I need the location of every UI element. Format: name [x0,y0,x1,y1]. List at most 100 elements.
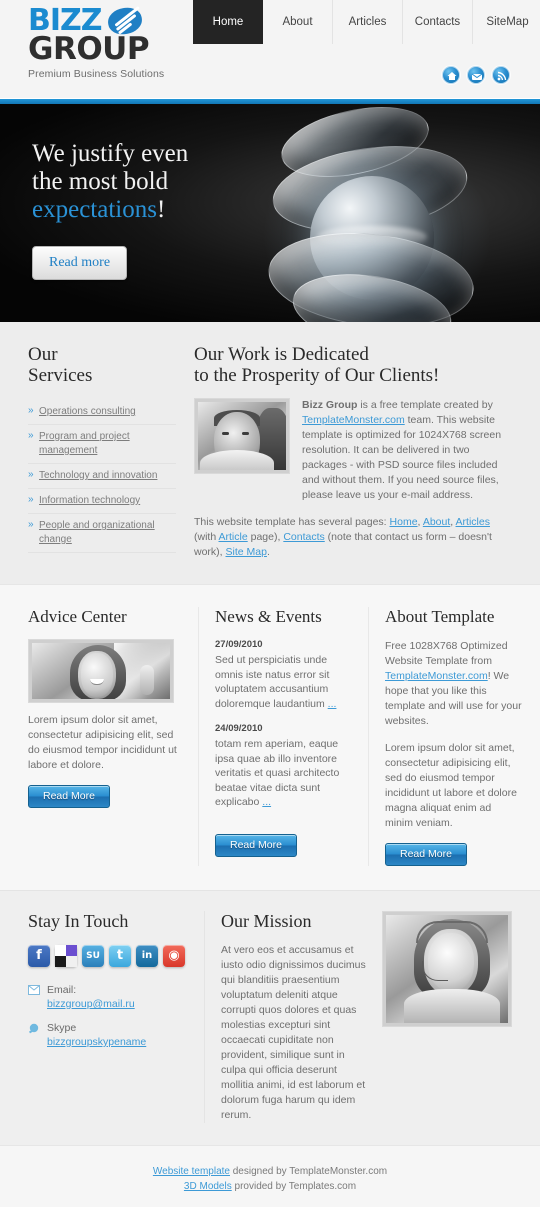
news-more-link[interactable]: ... [262,796,271,808]
service-link-people[interactable]: People and organizational change [39,520,155,545]
page-link-contacts[interactable]: Contacts [283,531,324,543]
sep: page), [247,531,284,543]
site-footer: Website template designed by TemplateMon… [0,1145,540,1207]
work-heading: Our Work is Dedicated to the Prosperity … [194,344,512,386]
work-heading-line1: Our Work is Dedicated [194,344,369,365]
hero-read-more-button[interactable]: Read more [32,246,128,280]
main-navigation: Home About Articles Contacts SiteMap [193,0,540,44]
reddit-icon[interactable]: ◉ [163,945,185,967]
linkedin-icon[interactable]: in [136,945,158,967]
home-icon[interactable] [442,66,460,84]
services-work-section: Our Services Operations consulting Progr… [0,322,540,584]
news-item: 27/09/2010 Sed ut perspiciatis unde omni… [215,639,352,711]
twitter-icon[interactable]: t [109,945,131,967]
advice-center-text: Lorem ipsum dolor sit amet, consectetur … [28,714,177,771]
nav-item-sitemap[interactable]: SiteMap [473,0,540,44]
news-body: Sed ut perspiciatis unde omnis iste natu… [215,654,330,710]
page-link-about[interactable]: About [423,516,450,528]
our-services-column: Our Services Operations consulting Progr… [28,344,176,560]
our-mission-text: At vero eos et accusamus et iusto odio d… [221,944,366,1121]
work-paragraph-strong: Bizz Group [302,399,358,411]
list-item[interactable]: Information technology [28,489,176,514]
services-list: Operations consulting Program and projec… [28,400,176,553]
about-template-paragraph-2: Lorem ipsum dolor sit amet, consectetur … [385,742,517,829]
news-events-column: News & Events 27/09/2010 Sed ut perspici… [198,607,352,866]
three-column-section: Advice Center Lorem ipsum dolor sit amet… [0,584,540,890]
footer-line-1: Website template designed by TemplateMon… [0,1164,540,1179]
touch-mission-section: Stay In Touch f SU t in ◉ Email: bizzgro… [0,890,540,1145]
page-link-article[interactable]: Article [219,531,248,543]
page-link-sitemap[interactable]: Site Map [226,546,267,558]
website-template-link[interactable]: Website template [153,1166,230,1177]
nav-item-contacts[interactable]: Contacts [403,0,473,44]
stay-in-touch-column: Stay In Touch f SU t in ◉ Email: bizzgro… [28,911,188,1123]
services-heading-line2: Services [28,365,93,386]
news-text: totam rem aperiam, eaque ipsa quae ab il… [215,737,352,810]
news-read-more-button[interactable]: Read More [215,833,297,857]
templatemonster-link[interactable]: TemplateMonster.com [302,414,405,426]
work-pages-line: This website template has several pages:… [194,515,512,560]
mail-icon[interactable] [467,66,485,84]
work-heading-line2: to the Prosperity of Our Clients! [194,365,440,386]
nav-item-home[interactable]: Home [193,0,263,44]
about-template-heading: About Template [385,607,495,626]
hero-headline-line3: expectations! [32,196,292,224]
social-icons-row: f SU t in ◉ [28,945,188,967]
footer-line-1-rest: designed by TemplateMonster.com [229,1166,388,1177]
page-link-articles[interactable]: Articles [456,516,490,528]
nav-item-about[interactable]: About [263,0,333,44]
list-item[interactable]: Program and project management [28,425,176,464]
advice-center-column: Advice Center Lorem ipsum dolor sit amet… [28,607,182,866]
news-body: totam rem aperiam, eaque ipsa quae ab il… [215,738,340,808]
about-p1-part1: Free 1028X768 Optimized Website Template… [385,640,508,667]
advice-read-more-button[interactable]: Read More [28,785,110,808]
rss-icon[interactable] [492,66,510,84]
nav-item-articles[interactable]: Articles [333,0,403,44]
service-link-operations[interactable]: Operations consulting [39,406,136,417]
list-item[interactable]: Technology and innovation [28,464,176,489]
site-logo[interactable]: BIZZ GROUP Premium Business Solutions [28,6,188,81]
footer-line-2: 3D Models provided by Templates.com [0,1179,540,1194]
page-root: BIZZ GROUP Premium Business Solutions Ho… [0,0,540,1207]
templatemonster-link[interactable]: TemplateMonster.com [385,670,488,682]
logo-tagline: Premium Business Solutions [28,68,165,80]
work-photo [194,398,290,474]
email-label: Email: [47,984,77,996]
skype-contact-row: Skype bizzgroupskypename [28,1021,188,1049]
hero-headline: We justify even the most bold expectatio… [32,140,292,224]
pages-intro: This website template has several pages: [194,516,390,528]
about-read-more-button[interactable]: Read More [385,843,467,866]
news-more-link[interactable]: ... [328,698,337,710]
stay-in-touch-heading: Stay In Touch [28,911,129,931]
news-item: 24/09/2010 totam rem aperiam, eaque ipsa… [215,723,352,810]
envelope-icon [28,985,40,996]
3d-models-link[interactable]: 3D Models [184,1181,232,1192]
hero-headline-exclaim: ! [156,196,166,223]
service-link-program[interactable]: Program and project management [39,431,130,456]
hero-headline-accent: expectations [32,196,157,223]
stumbleupon-icon[interactable]: SU [82,945,104,967]
services-heading-line1: Our [28,344,58,365]
logo-group-text: GROUP [28,31,150,67]
facebook-icon[interactable]: f [28,945,50,967]
our-mission-heading: Our Mission [221,911,312,931]
service-link-technology[interactable]: Technology and innovation [39,470,157,481]
skype-link[interactable]: bizzgroupskypename [47,1036,146,1048]
about-template-paragraph-1: Free 1028X768 Optimized Website Template… [385,639,522,729]
delicious-icon[interactable] [55,945,77,967]
service-link-information[interactable]: Information technology [39,495,140,506]
email-link[interactable]: bizzgroup@mail.ru [47,998,135,1010]
page-link-home[interactable]: Home [390,516,418,528]
mission-photo [382,911,512,1027]
list-item[interactable]: People and organizational change [28,514,176,553]
services-heading: Our Services [28,344,176,386]
skype-icon [28,1023,40,1034]
email-contact-row: Email: bizzgroup@mail.ru [28,983,188,1011]
hero-headline-line2: the most bold [32,168,169,195]
work-paragraph-part2: team. This website template is optimized… [302,414,502,501]
hero-3d-sphere-graphic [252,104,522,322]
header-quick-links [442,66,510,84]
list-item[interactable]: Operations consulting [28,400,176,425]
hero-banner: We justify even the most bold expectatio… [0,104,540,322]
our-work-column: Our Work is Dedicated to the Prosperity … [176,344,512,560]
